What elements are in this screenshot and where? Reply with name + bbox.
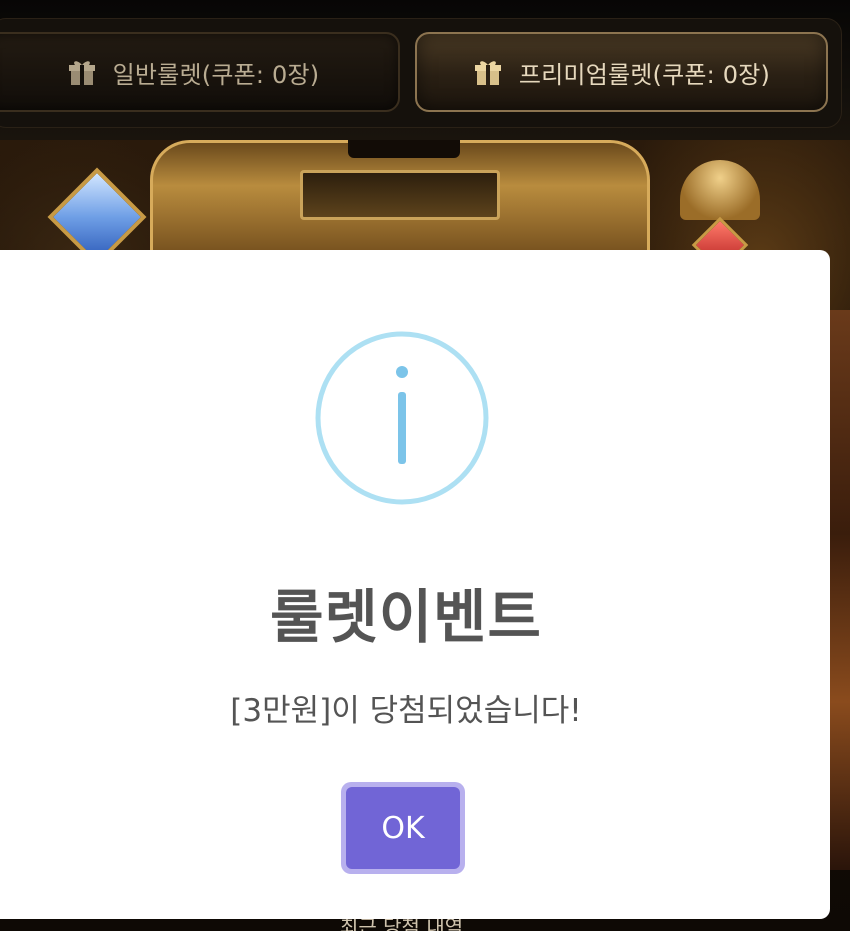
- roulette-tab-bar: 일반룰렛(쿠폰: 0장) 프리미엄룰렛(쿠폰: 0장): [0, 0, 850, 140]
- tab-premium-label: 프리미엄룰렛(쿠폰: 0장): [518, 60, 771, 89]
- machine-notch: [348, 140, 460, 158]
- dialog-title: 룰렛이벤트: [270, 583, 542, 651]
- side-artwork-strip: [828, 310, 850, 870]
- alert-dialog: 룰렛이벤트 [3만원]이 당첨되었습니다! OK: [0, 250, 830, 919]
- lamp-decoration: [680, 160, 760, 220]
- dialog-message: [3만원]이 당첨되었습니다!: [230, 693, 582, 729]
- machine-slot: [300, 170, 500, 220]
- tab-normal-roulette[interactable]: 일반룰렛(쿠폰: 0장): [0, 32, 400, 112]
- tab-premium-roulette[interactable]: 프리미엄룰렛(쿠폰: 0장): [415, 32, 828, 112]
- ok-button[interactable]: OK: [346, 787, 460, 869]
- gift-icon: [68, 61, 95, 85]
- ok-button-focus-ring: OK: [341, 782, 465, 874]
- tab-normal-label: 일반룰렛(쿠폰: 0장): [112, 60, 320, 89]
- gift-icon: [474, 61, 501, 85]
- roulette-page: 일반룰렛(쿠폰: 0장) 프리미엄룰렛(쿠폰: 0장) 최근 당첨 내역 룰렛이…: [0, 0, 850, 931]
- info-icon: [315, 331, 489, 505]
